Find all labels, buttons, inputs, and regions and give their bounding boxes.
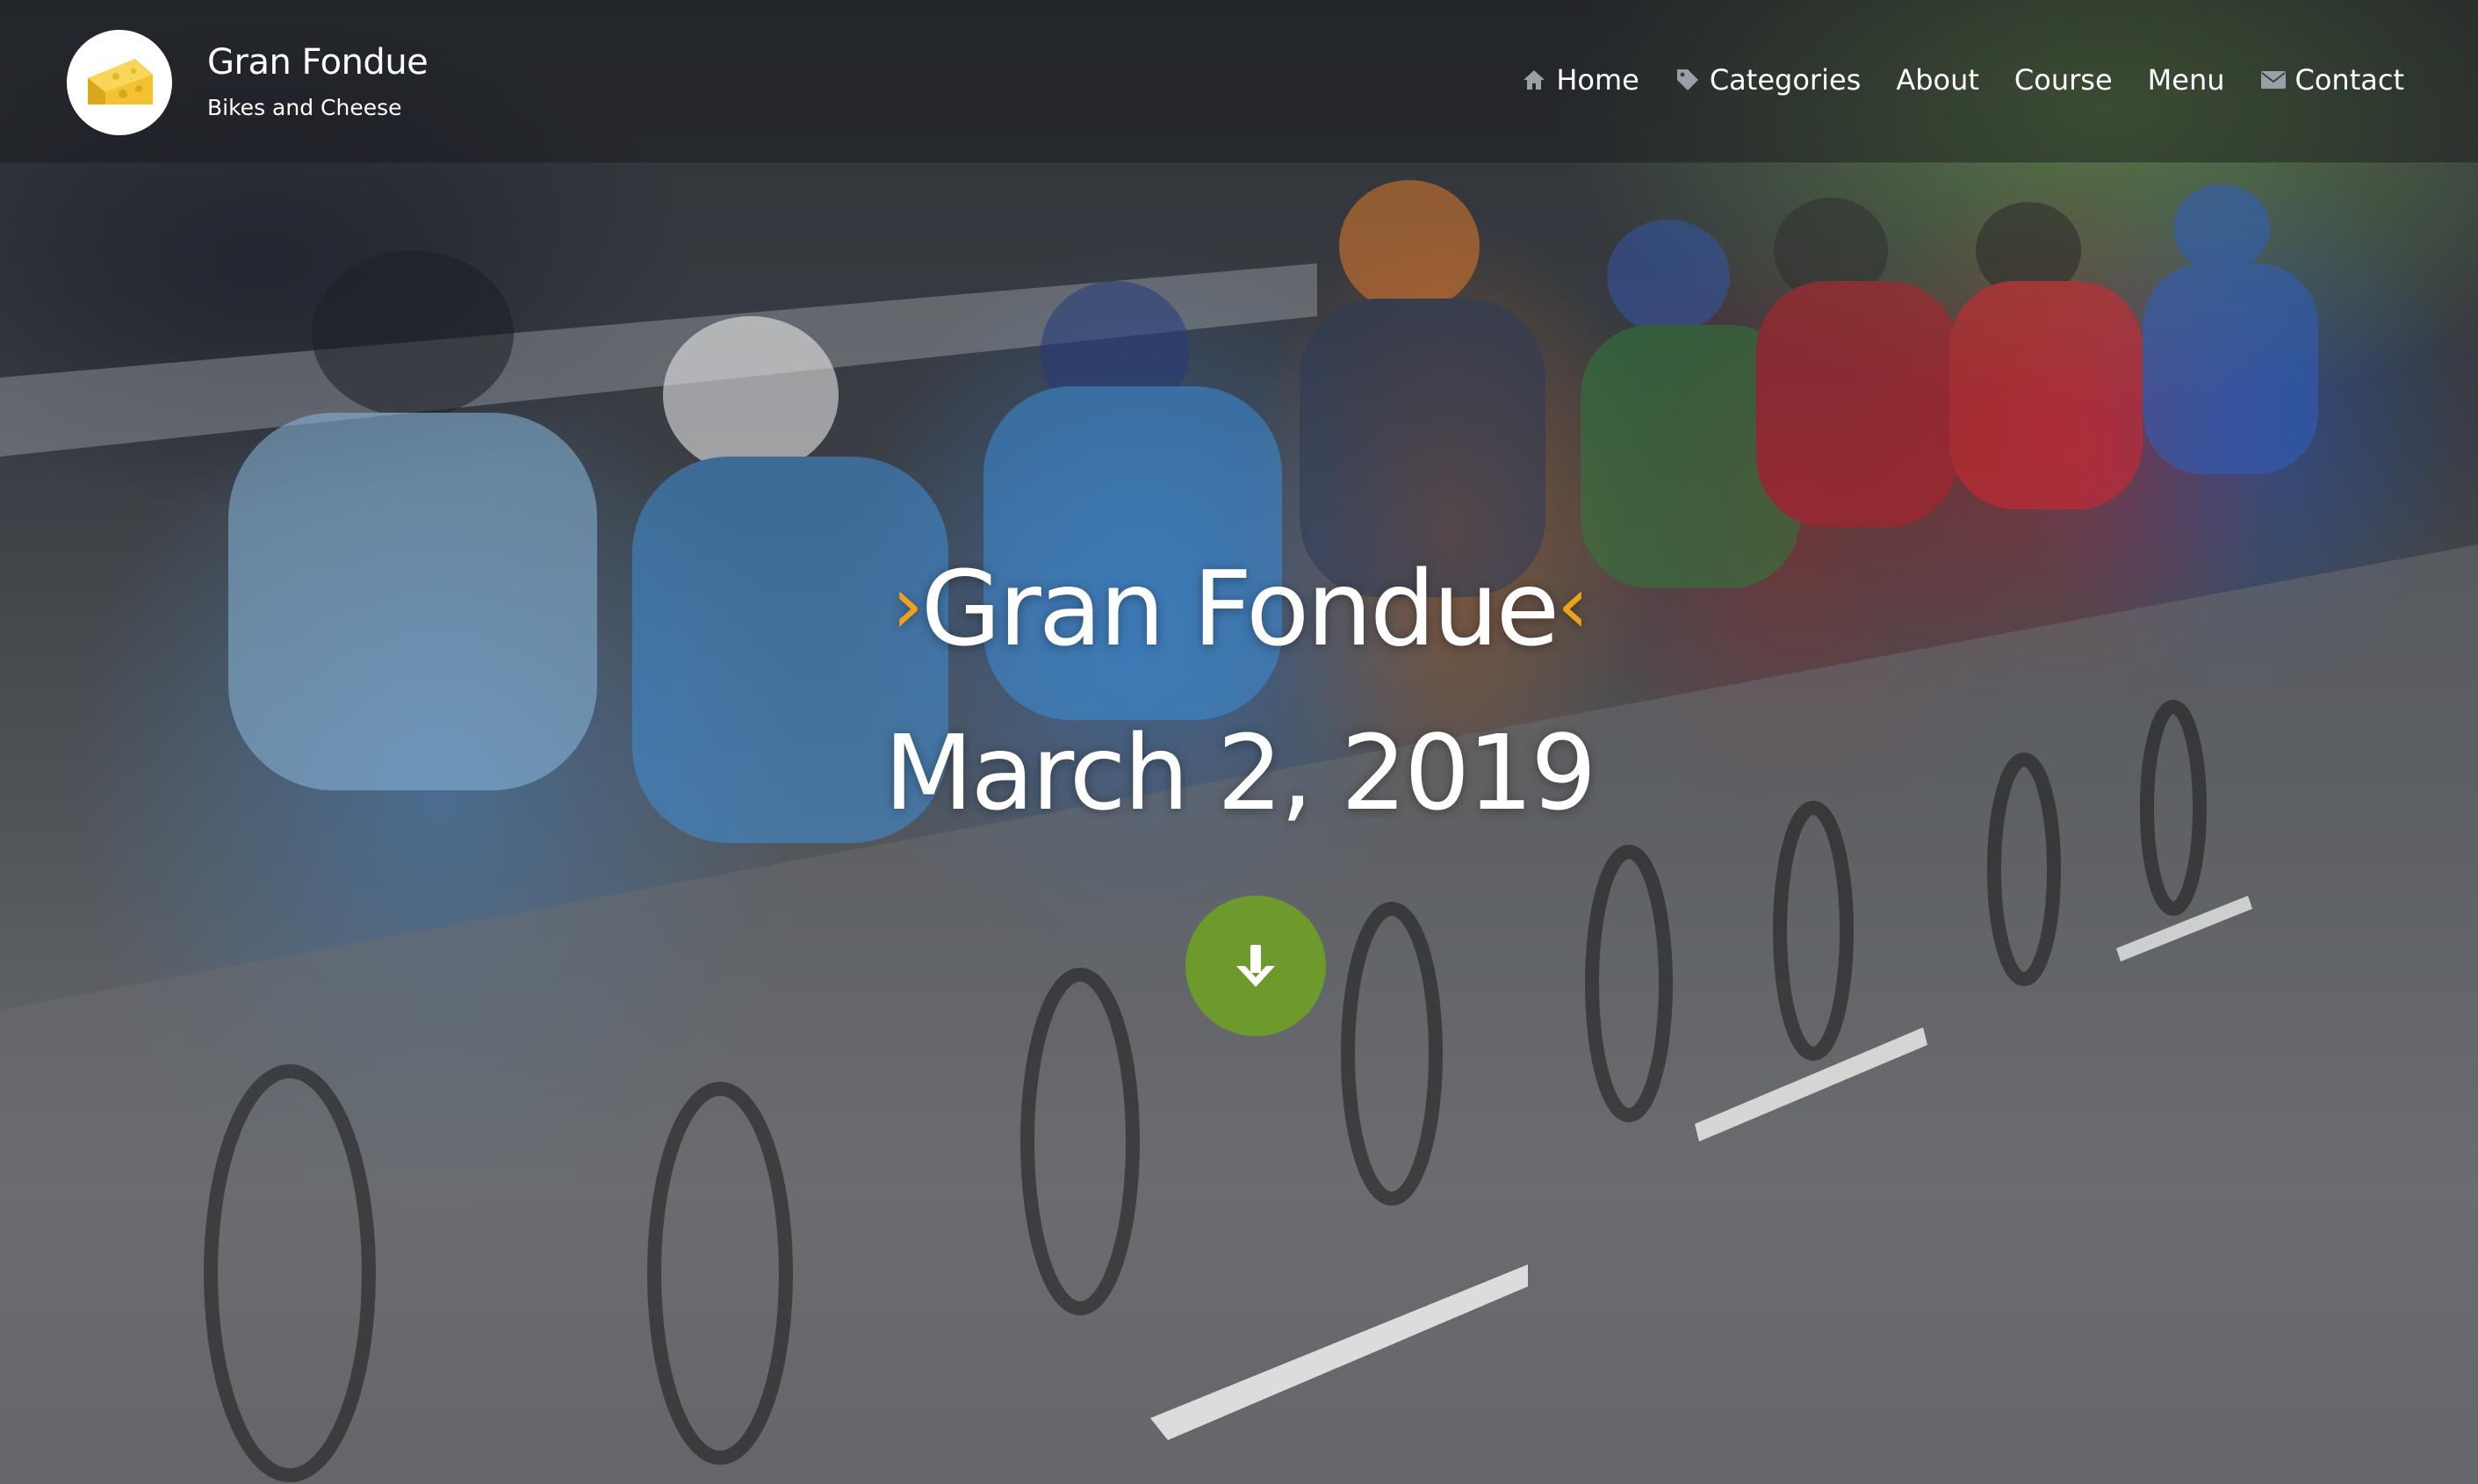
nav-item-about-label: About <box>1896 63 1979 97</box>
site-title[interactable]: Gran Fondue <box>207 42 429 83</box>
nav-item-menu[interactable]: Menu <box>2148 63 2225 97</box>
site-header: Gran Fondue Bikes and Cheese Home Catego… <box>0 0 2478 162</box>
site-logo[interactable] <box>67 30 172 135</box>
nav-item-home-label: Home <box>1556 63 1639 97</box>
envelope-icon <box>2260 67 2287 93</box>
tag-icon <box>1675 67 1701 93</box>
hero-heading: ›Gran Fondue‹ <box>0 540 2478 674</box>
nav-item-menu-label: Menu <box>2147 63 2225 97</box>
nav-item-categories-label: Categories <box>1709 63 1862 97</box>
home-icon <box>1521 67 1547 93</box>
title-suffix-chevron: ‹ <box>1557 559 1588 652</box>
nav-item-course[interactable]: Course <box>2014 63 2113 97</box>
site-tagline: Bikes and Cheese <box>207 95 402 120</box>
nav-item-course-label: Course <box>2013 63 2113 97</box>
nav-item-home[interactable]: Home <box>1521 63 1639 97</box>
title-prefix-chevron: › <box>891 559 924 652</box>
arrow-down-icon <box>1236 945 1275 987</box>
nav-item-contact[interactable]: Contact <box>2260 63 2405 97</box>
cheese-icon <box>88 59 153 104</box>
nav-item-about[interactable]: About <box>1896 63 1979 97</box>
nav-item-contact-label: Contact <box>2294 63 2405 97</box>
event-date: March 2, 2019 <box>883 712 1597 833</box>
main-navigation: Home Categories About Course Menu Contac… <box>1521 63 2404 97</box>
nav-item-categories[interactable]: Categories <box>1675 63 1861 97</box>
hero-title-text: Gran Fondue <box>920 548 1560 669</box>
hero-section: Gran Fondue Bikes and Cheese Home Catego… <box>0 0 2478 1484</box>
scroll-down-button[interactable] <box>1185 896 1326 1036</box>
